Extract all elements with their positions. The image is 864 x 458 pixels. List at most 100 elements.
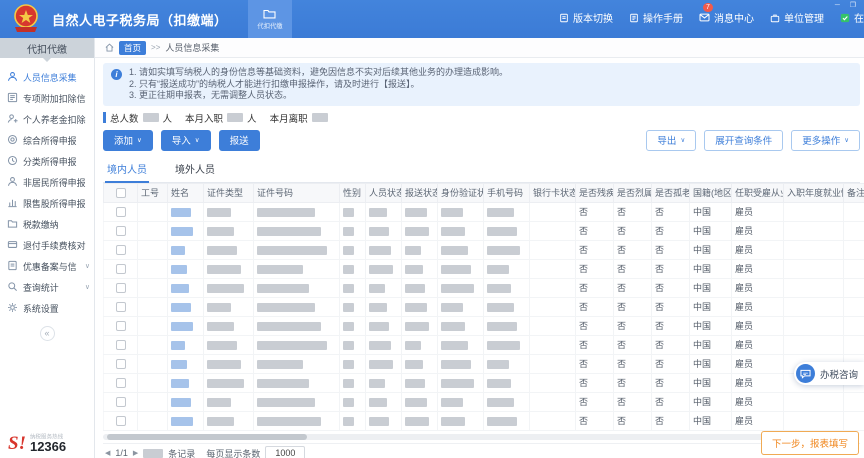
sidebar-item[interactable]: 查询统计∨: [0, 276, 94, 297]
row-checkbox[interactable]: [116, 245, 126, 255]
tab-domestic-persons[interactable]: 境内人员: [105, 157, 149, 183]
row-checkbox[interactable]: [116, 397, 126, 407]
cell-is_disabled: 否: [576, 259, 614, 278]
cell-gender: [340, 335, 366, 354]
topbar-item[interactable]: 在线客服: [840, 10, 864, 25]
per-page-input[interactable]: 1000: [265, 446, 305, 458]
sidebar-item[interactable]: 限售股所得申报: [0, 192, 94, 213]
redacted-value: [487, 265, 509, 274]
person-name-link[interactable]: [171, 360, 187, 369]
window-controls[interactable]: ─ ❐: [835, 1, 860, 9]
cell-entry_year_employment: [784, 411, 844, 430]
pagination-bar: ◀ 1/1 ▶ 条记录 每页显示条数 1000: [103, 443, 860, 458]
next-page-button[interactable]: ▶: [133, 449, 138, 457]
cell-person_status: [366, 278, 402, 297]
sidebar-item[interactable]: 专项附加扣除信息采集: [0, 87, 94, 108]
breadcrumb-home[interactable]: 首页: [119, 41, 146, 55]
person-name-link[interactable]: [171, 379, 189, 388]
cell-id_verify_status: [438, 278, 484, 297]
cell-person_status: [366, 411, 402, 430]
submit-button[interactable]: 报送: [219, 130, 260, 151]
redacted-value: [343, 417, 354, 426]
module-tab-withholding[interactable]: 代扣代缴: [248, 0, 292, 38]
row-checkbox[interactable]: [116, 207, 126, 217]
breadcrumb: 首页 >> 人员信息采集: [95, 38, 864, 58]
person-name-link[interactable]: [171, 341, 185, 350]
column-header-nationality: 国籍(地区): [690, 183, 732, 202]
cell-bank_card_status: [530, 297, 576, 316]
cell-gender: [340, 373, 366, 392]
redacted-value: [487, 379, 511, 388]
cell-remark: [844, 221, 864, 240]
row-checkbox[interactable]: [116, 416, 126, 426]
person-name-link[interactable]: [171, 398, 191, 407]
more-actions-button[interactable]: 更多操作∨: [791, 130, 860, 151]
sidebar-collapse-button[interactable]: «: [40, 326, 55, 341]
row-checkbox[interactable]: [116, 226, 126, 236]
person-name-link[interactable]: [171, 417, 193, 426]
cell-nationality: 中国: [690, 354, 732, 373]
sidebar-item[interactable]: 综合所得申报: [0, 129, 94, 150]
horizontal-scrollbar[interactable]: [103, 434, 855, 440]
topbar-item[interactable]: 单位管理: [770, 10, 824, 25]
clock-icon: [7, 155, 18, 166]
cell-nationality: 中国: [690, 411, 732, 430]
person-name-link[interactable]: [171, 284, 189, 293]
row-checkbox[interactable]: [116, 283, 126, 293]
sidebar-item[interactable]: 系统设置: [0, 297, 94, 318]
sidebar-item[interactable]: 优惠备案与信息报送∨: [0, 255, 94, 276]
consult-label: 办税咨询: [820, 367, 858, 381]
cell-phone: [484, 221, 530, 240]
row-checkbox[interactable]: [116, 378, 126, 388]
cell-employment_type: 雇员: [732, 335, 784, 354]
cell-employment_type: 雇员: [732, 316, 784, 335]
person-name-link[interactable]: [171, 265, 187, 274]
sidebar-item[interactable]: 退付手续费核对: [0, 234, 94, 255]
redacted-value: [207, 360, 241, 369]
import-button[interactable]: 导入∨: [161, 130, 211, 151]
cell-phone: [484, 354, 530, 373]
manual-icon: [629, 13, 639, 23]
row-checkbox[interactable]: [116, 321, 126, 331]
expand-query-button[interactable]: 展开查询条件: [704, 130, 783, 151]
cell-entry_year_employment: [784, 240, 844, 259]
cell-select: [104, 221, 138, 240]
person-name-link[interactable]: [171, 303, 191, 312]
sidebar-item[interactable]: 税款缴纳: [0, 213, 94, 234]
sidebar-item[interactable]: 人员信息采集: [0, 66, 94, 87]
topbar-item[interactable]: 操作手册: [629, 10, 683, 25]
row-checkbox[interactable]: [116, 302, 126, 312]
export-button[interactable]: 导出∨: [646, 130, 696, 151]
cell-doc_number: [254, 316, 340, 335]
sidebar-item[interactable]: 分类所得申报: [0, 150, 94, 171]
cell-submit_status: [402, 392, 438, 411]
sidebar-item[interactable]: 个人养老金扣除管理: [0, 108, 94, 129]
cell-employment_type: 雇员: [732, 221, 784, 240]
cell-doc_number: [254, 354, 340, 373]
person-name-link[interactable]: [171, 208, 191, 217]
topbar-item[interactable]: 7消息中心: [699, 10, 754, 25]
scrollbar-thumb[interactable]: [107, 434, 307, 440]
person-name-link[interactable]: [171, 227, 193, 236]
sidebar-item[interactable]: 非居民所得申报: [0, 171, 94, 192]
add-button[interactable]: 添加∨: [103, 130, 153, 151]
person-name-link[interactable]: [171, 246, 185, 255]
row-checkbox[interactable]: [116, 359, 126, 369]
redacted-value: [369, 303, 387, 312]
tab-overseas-persons[interactable]: 境外人员: [173, 157, 217, 182]
row-checkbox[interactable]: [116, 264, 126, 274]
person-name-link[interactable]: [171, 322, 193, 331]
tax-consult-float-button[interactable]: 办税咨询: [794, 362, 864, 385]
redacted-value: [369, 341, 391, 350]
row-checkbox[interactable]: [116, 340, 126, 350]
cell-submit_status: [402, 259, 438, 278]
cell-id_verify_status: [438, 240, 484, 259]
redacted-value: [405, 208, 427, 217]
prev-page-button[interactable]: ◀: [105, 449, 110, 457]
notice-panel: i 1. 请如实填写纳税人的身份信息等基础资料，避免因信息不实对后续其他业务的办…: [103, 63, 860, 106]
select-all-checkbox[interactable]: [116, 188, 126, 198]
topbar-item[interactable]: 版本切换: [559, 10, 613, 25]
next-step-button[interactable]: 下一步，报表填写: [761, 431, 859, 455]
cell-entry_year_employment: [784, 297, 844, 316]
redacted-value: [405, 246, 421, 255]
